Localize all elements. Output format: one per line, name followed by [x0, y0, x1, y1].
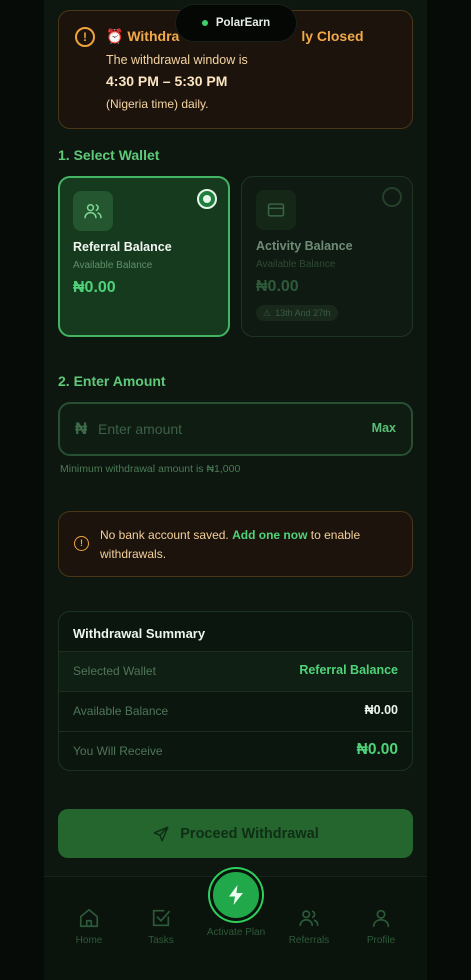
nav-referrals[interactable]: Referrals	[279, 907, 339, 946]
home-icon	[79, 908, 99, 928]
summary-label: Available Balance	[73, 704, 169, 718]
nav-label: Referrals	[288, 935, 330, 946]
nav-tasks[interactable]: Tasks	[131, 907, 191, 946]
alert-circle-icon: !	[75, 27, 95, 47]
enter-amount-heading: 2. Enter Amount	[58, 373, 166, 389]
withdrawal-summary: Withdrawal Summary Selected Wallet Refer…	[58, 611, 413, 771]
wallet-amount: ₦0.00	[73, 279, 116, 296]
bottom-nav: Home Tasks Activate Plan Referrals Profi…	[44, 869, 427, 980]
warning-triangle-icon: ⚠	[263, 307, 272, 318]
wallet-amount: ₦0.00	[256, 278, 299, 295]
user-icon	[372, 909, 390, 928]
wallet-card-activity[interactable]: Activity Balance Available Balance ₦0.00…	[241, 176, 413, 337]
add-bank-link[interactable]: Add one now	[232, 528, 307, 542]
amount-input[interactable]	[98, 414, 338, 444]
side-margin-left	[0, 0, 44, 980]
naira-icon: ₦	[75, 419, 88, 438]
summary-title: Withdrawal Summary	[73, 626, 206, 641]
summary-row: Selected Wallet Referral Balance	[59, 651, 412, 691]
nav-label: Home	[75, 935, 103, 946]
notice-title-left: ⏰ Withdra	[106, 28, 180, 44]
notice-window-time: 4:30 PM – 5:30 PM	[106, 73, 228, 89]
wallet-sub-label: Available Balance	[256, 259, 336, 270]
status-dot-icon	[201, 20, 208, 26]
proceed-withdrawal-button[interactable]: Proceed Withdrawal	[58, 809, 413, 858]
users-icon	[299, 910, 319, 927]
summary-value: Referral Balance	[299, 663, 398, 677]
summary-value: ₦0.00	[356, 741, 398, 758]
schedule-badge: ⚠ 13th And 27th	[256, 305, 338, 321]
nav-label: Profile	[366, 935, 396, 946]
amount-input-box[interactable]: ₦ Max	[58, 402, 413, 456]
radio-selected[interactable]	[197, 189, 217, 209]
card-icon	[256, 190, 296, 230]
activate-plan-button[interactable]	[210, 869, 262, 921]
wallet-sub-label: Available Balance	[73, 260, 153, 271]
select-wallet-heading: 1. Select Wallet	[58, 147, 160, 163]
minimum-amount-note: Minimum withdrawal amount is ₦1,000	[60, 463, 241, 475]
nav-profile[interactable]: Profile	[351, 907, 411, 946]
schedule-badge-label: 13th And 27th	[275, 308, 331, 318]
alert-circle-icon: !	[74, 536, 89, 551]
bank-alert-text: No bank account saved.	[100, 528, 233, 542]
users-icon	[73, 191, 113, 231]
summary-label: Selected Wallet	[73, 664, 156, 678]
summary-label: You Will Receive	[73, 744, 163, 758]
summary-row: You Will Receive ₦0.00	[59, 731, 412, 770]
wallet-name: Activity Balance	[256, 239, 353, 253]
no-bank-account-alert: ! No bank account saved. Add one now to …	[58, 511, 413, 577]
notice-line-3: (Nigeria time) daily.	[106, 97, 209, 111]
nav-label: Tasks	[148, 935, 174, 946]
max-button[interactable]: Max	[372, 421, 396, 435]
summary-row: Available Balance ₦0.00	[59, 691, 412, 731]
summary-value: ₦0.00	[364, 703, 398, 717]
radio-unselected[interactable]	[382, 187, 402, 207]
wallet-name: Referral Balance	[73, 240, 172, 254]
wallet-card-referral[interactable]: Referral Balance Available Balance ₦0.00	[58, 176, 230, 337]
checkbox-icon	[152, 909, 171, 927]
send-icon	[153, 826, 169, 841]
side-margin-right	[427, 0, 471, 980]
nav-home[interactable]: Home	[59, 907, 119, 946]
notice-line-1: The withdrawal window is	[106, 53, 248, 67]
bank-alert-message: No bank account saved. Add one now to en…	[100, 526, 400, 564]
lightning-icon	[229, 885, 243, 905]
nav-label-activate-plan: Activate Plan	[206, 927, 266, 938]
proceed-label: Proceed Withdrawal	[180, 825, 319, 842]
notice-title-right: ly Closed	[301, 28, 364, 44]
app-name-pill: PolarEarn	[175, 4, 297, 42]
app-name: PolarEarn	[215, 17, 271, 29]
